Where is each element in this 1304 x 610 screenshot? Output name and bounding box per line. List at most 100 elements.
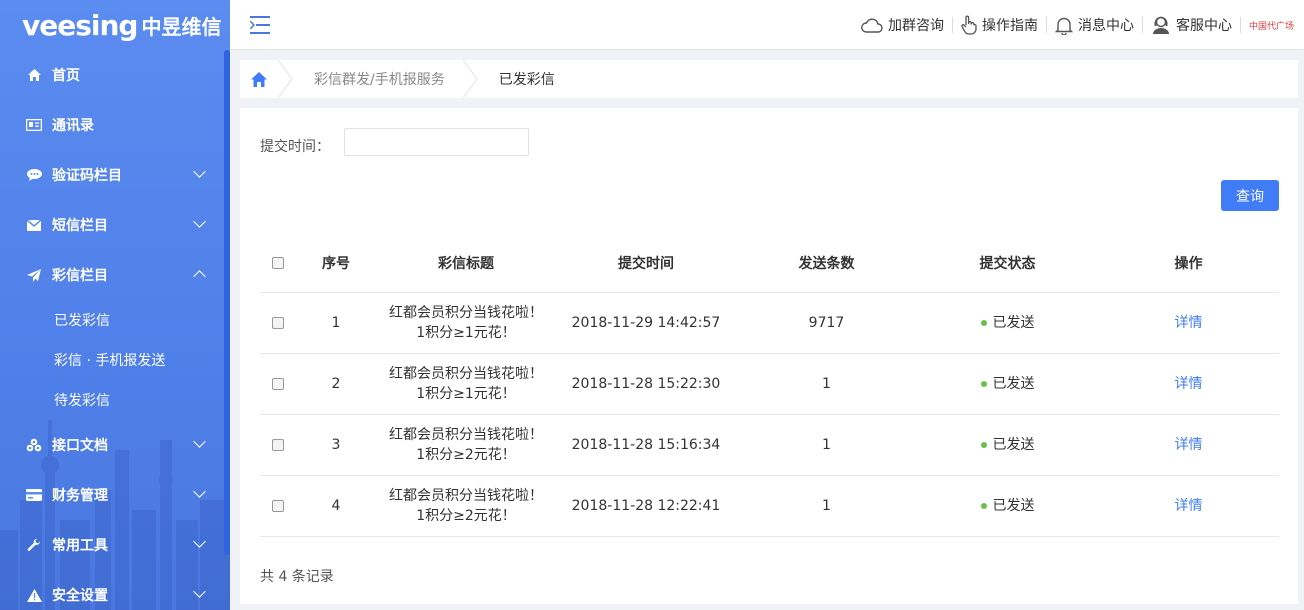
chat-bubble-icon [26, 169, 42, 181]
mms-title-line: 1积分≥2元花！ [416, 507, 516, 524]
row-checkbox[interactable] [272, 438, 284, 451]
submit-time-input[interactable] [344, 128, 529, 156]
contact-card-icon [26, 119, 42, 131]
mms-title-line: 1积分≥1元花！ [416, 385, 516, 402]
main-panel: 提交时间： 查询 序号 彩信标题 提交时间 发送条数 提交状态 操作 1 红都会… [240, 108, 1298, 604]
header-action-label: 操作指南 [981, 18, 1038, 34]
column-header: 提交时间 [556, 234, 736, 293]
sidebar-item-tools[interactable]: 常用工具 [0, 520, 230, 570]
sidebar-item-contacts[interactable]: 通讯录 [0, 100, 230, 150]
column-header: 发送条数 [736, 234, 917, 293]
sidebar-item-security[interactable]: 安全设置 [0, 570, 230, 610]
sidebar-item-sms[interactable]: 短信栏目 [0, 200, 230, 250]
menu-toggle-icon[interactable] [250, 16, 270, 34]
detail-link[interactable]: 详情 [1175, 498, 1203, 514]
record-count: 共 4 条记录 [260, 569, 334, 585]
row-checkbox[interactable] [272, 316, 284, 329]
chevron-down-icon [193, 585, 206, 598]
sidebar-item-label: 短信栏目 [52, 218, 108, 234]
logo[interactable]: veesing 中昱维信 [0, 0, 230, 50]
detail-link[interactable]: 详情 [1175, 315, 1203, 331]
header-action-label: 消息中心 [1077, 18, 1134, 34]
sidebar-item-home[interactable]: 首页 [0, 50, 230, 100]
detail-link[interactable]: 详情 [1175, 437, 1203, 453]
breadcrumb-separator [278, 60, 293, 98]
sidebar-item-label: 接口文档 [52, 438, 108, 454]
row-number: 3 [296, 414, 376, 476]
row-checkbox[interactable] [272, 377, 284, 390]
submit-time-label: 提交时间： [260, 139, 330, 155]
hand-pointer-icon [961, 15, 977, 35]
status-text: 已发送 [992, 375, 1035, 392]
chevron-down-icon [193, 435, 206, 448]
support-agent-icon [1152, 16, 1169, 34]
cloud-chat-icon [861, 18, 883, 33]
query-button[interactable]: 查询 [1221, 180, 1279, 211]
customer-service-button[interactable]: 客服中心 [1143, 15, 1240, 35]
mms-title: 红都会员积分当钱花啦！ 1积分≥1元花！ [376, 353, 556, 415]
mms-title: 红都会员积分当钱花啦！ 1积分≥1元花！ [376, 292, 556, 354]
sidebar-subitem-pending-mms[interactable]: 待发彩信 [0, 380, 230, 420]
mms-title-line: 1积分≥2元花！ [416, 446, 516, 463]
breadcrumb-parent[interactable]: 彩信群发/手机报服务 [296, 60, 463, 98]
submit-status: 已发送 [917, 292, 1098, 354]
table-header-row: 序号 彩信标题 提交时间 发送条数 提交状态 操作 [260, 234, 1279, 293]
sidebar-item-label: 财务管理 [52, 488, 108, 504]
sidebar-item-api-docs[interactable]: 接口文档 [0, 420, 230, 470]
message-center-button[interactable]: 消息中心 [1047, 15, 1142, 35]
select-all-checkbox[interactable] [272, 256, 284, 269]
status-text: 已发送 [992, 436, 1035, 453]
submit-time: 2018-11-28 15:16:34 [556, 414, 736, 476]
sidebar-item-finance[interactable]: 财务管理 [0, 470, 230, 520]
home-icon [26, 69, 42, 81]
column-header: 序号 [296, 234, 376, 293]
table-row: 2 红都会员积分当钱花啦！ 1积分≥1元花！ 2018-11-28 15:22:3… [260, 353, 1279, 415]
sidebar-item-label: 通讯录 [52, 118, 94, 134]
envelope-icon [26, 219, 42, 231]
status-dot-icon [980, 380, 987, 387]
breadcrumb-home[interactable] [240, 60, 278, 98]
column-header: 提交状态 [917, 234, 1098, 293]
mms-title: 红都会员积分当钱花啦！ 1积分≥2元花！ [376, 475, 556, 537]
mms-title: 红都会员积分当钱花啦！ 1积分≥2元花！ [376, 414, 556, 476]
select-all-cell [260, 234, 296, 293]
status-dot-icon [980, 502, 987, 509]
sidebar-item-label: 彩信栏目 [52, 268, 108, 284]
bell-icon [1054, 17, 1073, 35]
submit-status: 已发送 [917, 414, 1098, 476]
sidebar-subitem-sent-mms[interactable]: 已发彩信 [0, 300, 230, 340]
logo-cn: 中昱维信 [141, 14, 222, 39]
mms-table: 序号 彩信标题 提交时间 发送条数 提交状态 操作 1 红都会员积分当钱花啦！ 1… [260, 234, 1279, 537]
chevron-down-icon [193, 535, 206, 548]
sidebar-item-mms[interactable]: 彩信栏目 [0, 250, 230, 300]
breadcrumb-separator [462, 60, 478, 98]
header-action-label: 加群咨询 [887, 18, 944, 34]
send-count: 1 [736, 353, 917, 415]
partner-logo: 中国代广场 [1248, 21, 1294, 32]
row-checkbox[interactable] [272, 499, 284, 512]
breadcrumb-current: 已发彩信 [498, 72, 555, 88]
sidebar-item-label: 常用工具 [52, 538, 108, 554]
sidebar-item-verify-code[interactable]: 验证码栏目 [0, 150, 230, 200]
chevron-down-icon [193, 215, 206, 228]
row-number: 1 [296, 292, 376, 354]
detail-link[interactable]: 详情 [1175, 376, 1203, 392]
status-text: 已发送 [992, 314, 1035, 331]
submit-time: 2018-11-29 14:42:57 [556, 292, 736, 354]
join-group-button[interactable]: 加群咨询 [853, 15, 952, 35]
sidebar-item-label: 验证码栏目 [52, 168, 122, 184]
guide-button[interactable]: 操作指南 [953, 15, 1046, 35]
status-text: 已发送 [992, 497, 1035, 514]
mms-title-line: 红都会员积分当钱花啦！ [389, 487, 543, 504]
sidebar-item-label: 首页 [52, 68, 80, 84]
table-row: 4 红都会员积分当钱花啦！ 1积分≥2元花！ 2018-11-28 12:22:4… [260, 475, 1279, 537]
sidebar-subitem-mms-send[interactable]: 彩信 · 手机报发送 [0, 340, 230, 380]
table-row: 3 红都会员积分当钱花啦！ 1积分≥2元花！ 2018-11-28 15:16:3… [260, 414, 1279, 476]
home-icon [251, 71, 267, 87]
sidebar-menu: 首页 通讯录 验证码栏目 短信栏目 彩信栏目 已发彩信 彩信 · 手机报发送 待… [0, 50, 230, 610]
status-dot-icon [980, 441, 987, 448]
breadcrumb: 彩信群发/手机报服务 已发彩信 [240, 60, 1298, 98]
submit-status: 已发送 [917, 353, 1098, 415]
paper-plane-icon [26, 268, 42, 282]
row-number: 4 [296, 475, 376, 537]
